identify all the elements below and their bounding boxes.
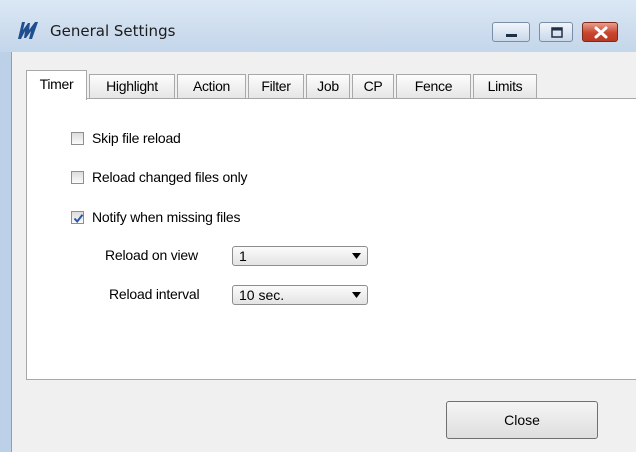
notify-missing-files-checkbox[interactable] bbox=[71, 210, 84, 224]
window-title: General Settings bbox=[50, 22, 176, 40]
chevron-down-icon bbox=[352, 292, 361, 298]
reload-on-view-value: 1 bbox=[239, 248, 247, 264]
reload-changed-files-option[interactable]: Reload changed files only bbox=[71, 167, 248, 187]
reload-changed-files-label: Reload changed files only bbox=[92, 169, 248, 185]
reload-changed-files-checkbox[interactable] bbox=[71, 170, 84, 184]
tab-timer[interactable]: Timer bbox=[26, 70, 87, 100]
tab-limits[interactable]: Limits bbox=[473, 74, 537, 98]
skip-file-reload-option[interactable]: Skip file reload bbox=[71, 128, 181, 148]
tab-cp[interactable]: CP bbox=[352, 74, 394, 98]
title-bar[interactable]: General Settings bbox=[0, 0, 636, 52]
app-logo-icon bbox=[18, 22, 38, 39]
chevron-down-icon bbox=[352, 253, 361, 259]
maximize-icon bbox=[551, 27, 563, 38]
tab-action[interactable]: Action bbox=[177, 74, 246, 98]
close-window-button[interactable] bbox=[582, 22, 618, 42]
skip-file-reload-checkbox[interactable] bbox=[71, 131, 84, 145]
reload-on-view-label: Reload on view bbox=[105, 247, 198, 263]
reload-interval-label: Reload interval bbox=[109, 286, 200, 302]
checkmark-icon bbox=[73, 213, 84, 223]
reload-on-view-dropdown[interactable]: 1 bbox=[232, 246, 368, 266]
close-button[interactable]: Close bbox=[446, 401, 598, 439]
maximize-button[interactable] bbox=[539, 22, 573, 42]
tab-job[interactable]: Job bbox=[306, 74, 350, 98]
minimize-button[interactable] bbox=[492, 22, 530, 42]
notify-missing-files-option[interactable]: Notify when missing files bbox=[71, 207, 240, 227]
close-icon bbox=[594, 26, 608, 39]
notify-missing-files-label: Notify when missing files bbox=[92, 209, 241, 225]
minimize-icon bbox=[506, 34, 517, 37]
tab-fence[interactable]: Fence bbox=[396, 74, 471, 98]
dialog-client-area: Timer Highlight Action Filter Job CP Fen… bbox=[11, 52, 636, 452]
timer-tab-panel: Skip file reload Reload changed files on… bbox=[26, 98, 636, 380]
tab-filter[interactable]: Filter bbox=[248, 74, 304, 98]
tab-highlight[interactable]: Highlight bbox=[89, 74, 175, 98]
reload-interval-dropdown[interactable]: 10 sec. bbox=[232, 285, 368, 305]
reload-interval-value: 10 sec. bbox=[239, 287, 285, 303]
settings-window: General Settings Timer Highlight Action … bbox=[0, 0, 636, 452]
skip-file-reload-label: Skip file reload bbox=[92, 130, 181, 146]
